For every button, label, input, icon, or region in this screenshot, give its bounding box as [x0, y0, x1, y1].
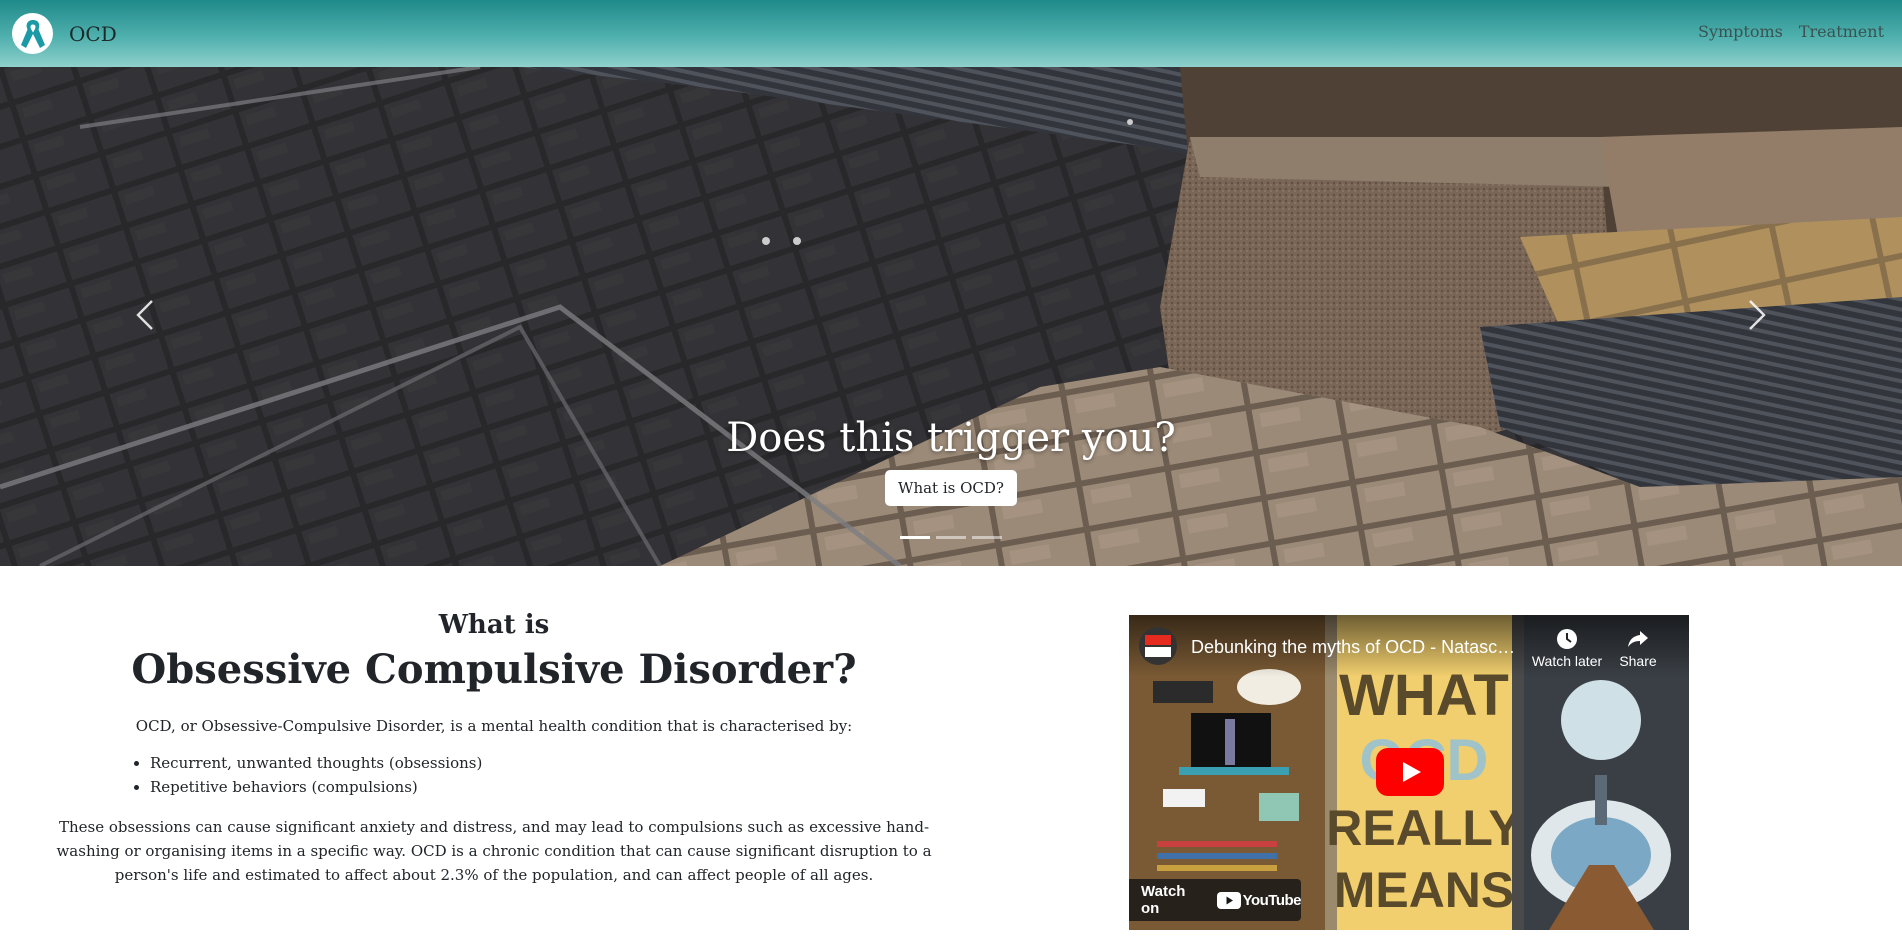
what-is-ocd-button[interactable]: What is OCD? — [885, 470, 1017, 506]
hero-carousel: Does this trigger you? What is OCD? — [0, 67, 1902, 566]
nav-link-treatment[interactable]: Treatment — [1799, 22, 1884, 41]
clock-icon — [1527, 625, 1607, 653]
what-is-ocd-section: What is Obsessive Compulsive Disorder? O… — [40, 610, 948, 887]
play-icon — [1376, 748, 1444, 796]
share-label: Share — [1619, 653, 1657, 669]
watch-later-label: Watch later — [1531, 653, 1603, 669]
share-arrow-icon — [1598, 625, 1678, 653]
chevron-right-icon — [1746, 297, 1768, 337]
watch-on-label: Watch on — [1141, 883, 1186, 917]
symptom-list: Recurrent, unwanted thoughts (obsessions… — [128, 751, 948, 799]
carousel-indicator-2[interactable] — [936, 536, 966, 539]
thumb-text-means: MEANS — [1334, 862, 1515, 918]
hero-title: Does this trigger you? — [726, 415, 1176, 461]
share-button[interactable]: Share — [1598, 625, 1678, 669]
hero-caption: Does this trigger you? What is OCD? — [0, 415, 1902, 506]
chevron-left-icon — [134, 297, 156, 337]
description-text: These obsessions can cause significant a… — [56, 818, 932, 884]
list-item: Recurrent, unwanted thoughts (obsessions… — [150, 751, 948, 775]
video-title[interactable]: Debunking the myths of OCD - Natascha M.… — [1191, 637, 1521, 658]
channel-avatar[interactable] — [1139, 627, 1177, 665]
youtube-embed[interactable]: WHAT OCD REALLY MEANS Debunking the myth… — [1129, 615, 1689, 930]
brand-name: OCD — [69, 21, 117, 46]
heading-what-is: What is — [438, 610, 550, 640]
nav-links: Symptoms Treatment — [1698, 22, 1884, 41]
youtube-wordmark: YouTube — [1242, 891, 1302, 909]
carousel-indicators — [0, 536, 1902, 539]
nav-link-symptoms[interactable]: Symptoms — [1698, 22, 1783, 41]
play-button[interactable] — [1376, 748, 1444, 796]
navbar: OCD Symptoms Treatment — [0, 0, 1902, 67]
awareness-ribbon-icon — [12, 13, 53, 54]
watch-later-button[interactable]: Watch later — [1527, 625, 1607, 669]
brand-link[interactable]: OCD — [12, 13, 117, 54]
list-item: Repetitive behaviors (compulsions) — [150, 775, 948, 799]
thumb-text-really: REALLY — [1326, 800, 1521, 856]
page-title: Obsessive Compulsive Disorder? — [131, 646, 857, 693]
carousel-indicator-1[interactable] — [900, 536, 930, 539]
youtube-logo-icon: YouTube — [1216, 891, 1302, 909]
carousel-indicator-3[interactable] — [972, 536, 1002, 539]
watch-on-youtube-button[interactable]: Watch on YouTube — [1129, 879, 1302, 921]
intro-text: OCD, or Obsessive-Compulsive Disorder, i… — [135, 717, 853, 735]
ted-ed-logo-icon — [1145, 635, 1171, 657]
